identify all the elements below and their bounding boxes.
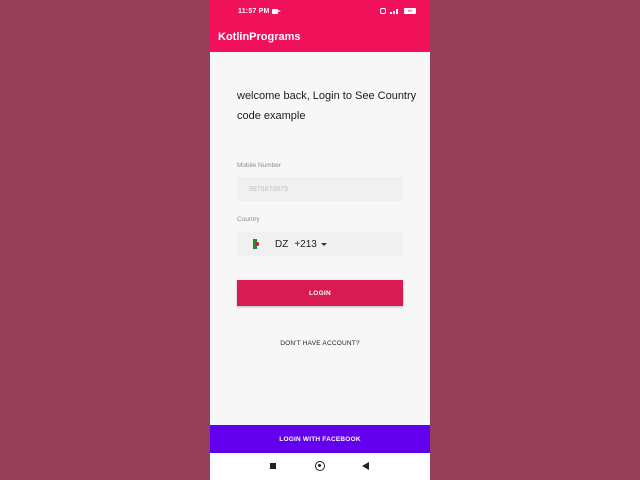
login-form: welcome back, Login to See Country code … xyxy=(210,52,430,425)
status-bar: 11:57 PM 89 xyxy=(210,0,430,25)
alarm-icon xyxy=(380,8,386,14)
login-button[interactable]: LOGIN xyxy=(237,280,403,306)
country-label: Country xyxy=(237,216,260,223)
app-title: KotlinPrograms xyxy=(218,31,301,43)
login-with-facebook-button[interactable]: LOGIN WITH FACEBOOK xyxy=(210,425,430,453)
welcome-text: welcome back, Login to See Country code … xyxy=(237,90,417,122)
back-icon[interactable] xyxy=(362,462,369,470)
home-icon[interactable] xyxy=(315,461,325,471)
app-bar: KotlinPrograms xyxy=(210,25,430,52)
mobile-number-input[interactable] xyxy=(237,177,403,201)
algeria-flag-icon xyxy=(253,239,261,249)
battery-icon: 89 xyxy=(404,8,416,14)
dont-have-account-link[interactable]: DON'T HAVE ACCOUNT? xyxy=(210,340,430,347)
caret-down-icon xyxy=(320,242,327,246)
navigation-bar xyxy=(210,453,430,480)
video-camera-icon xyxy=(272,9,281,14)
dial-code: +213 xyxy=(294,238,317,250)
country-code: DZ xyxy=(275,238,289,250)
status-time: 11:57 PM xyxy=(238,8,270,15)
status-icons: 89 xyxy=(380,8,416,14)
mobile-number-label: Mobile Number xyxy=(237,162,282,169)
country-code-picker[interactable]: DZ +213 xyxy=(237,232,403,256)
recents-icon[interactable] xyxy=(270,463,276,469)
phone-screen: 11:57 PM 89 KotlinPrograms welcome back,… xyxy=(210,0,430,480)
signal-icon xyxy=(390,8,400,14)
